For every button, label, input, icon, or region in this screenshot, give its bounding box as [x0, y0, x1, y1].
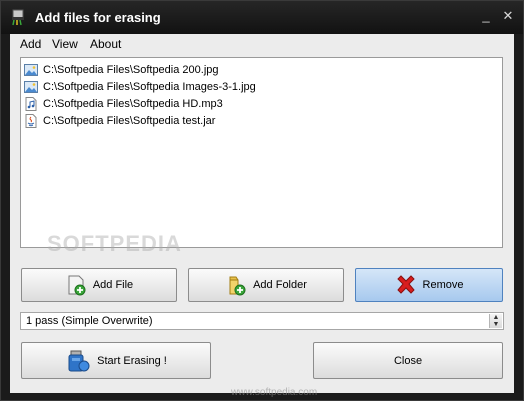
menu-add[interactable]: Add	[20, 37, 41, 51]
file-list[interactable]: C:\Softpedia Files\Softpedia 200.jpg C:\…	[20, 57, 503, 248]
minimize-button[interactable]: _	[479, 9, 493, 23]
add-folder-label: Add Folder	[253, 279, 307, 291]
add-file-button[interactable]: Add File	[21, 268, 177, 302]
close-label: Close	[393, 354, 423, 367]
menu-view[interactable]: View	[52, 37, 78, 51]
window-title: Add files for erasing	[35, 10, 161, 25]
select-arrows-icon[interactable]: ▲ ▼	[489, 314, 502, 328]
title-bar[interactable]: Add files for erasing _ ✕	[1, 1, 523, 34]
file-path: C:\Softpedia Files\Softpedia 200.jpg	[43, 63, 219, 76]
erase-bin-icon	[68, 350, 90, 371]
dialog-window: Add files for erasing _ ✕ Add View About…	[0, 0, 524, 401]
add-folder-icon	[229, 276, 246, 296]
image-file-icon	[24, 63, 38, 76]
file-list-item[interactable]: C:\Softpedia Files\Softpedia Images-3-1.…	[24, 78, 256, 95]
file-path: C:\Softpedia Files\Softpedia Images-3-1.…	[43, 80, 256, 93]
file-path: C:\Softpedia Files\Softpedia HD.mp3	[43, 97, 223, 110]
erase-method-select[interactable]: 1 pass (Simple Overwrite) ▲ ▼	[20, 312, 504, 330]
close-window-button[interactable]: ✕	[501, 9, 515, 23]
file-path: C:\Softpedia Files\Softpedia test.jar	[43, 114, 216, 127]
file-list-item[interactable]: C:\Softpedia Files\Softpedia HD.mp3	[24, 95, 223, 112]
menu-about[interactable]: About	[90, 37, 121, 51]
image-file-icon	[24, 80, 38, 93]
client-area: Add View About C:\Softpedia Files\Softpe…	[10, 34, 514, 393]
remove-button[interactable]: Remove	[355, 268, 503, 302]
remove-x-icon	[396, 275, 415, 294]
remove-label: Remove	[422, 279, 464, 291]
add-file-label: Add File	[92, 279, 134, 291]
file-list-item[interactable]: C:\Softpedia Files\Softpedia test.jar	[24, 112, 215, 129]
start-erasing-label: Start Erasing !	[97, 354, 167, 367]
close-button[interactable]: Close	[313, 342, 503, 379]
menu-bar: Add View About	[10, 34, 514, 54]
java-file-icon	[25, 113, 37, 128]
audio-file-icon	[25, 96, 37, 111]
app-shredder-icon	[12, 9, 24, 26]
file-list-item[interactable]: C:\Softpedia Files\Softpedia 200.jpg	[24, 61, 219, 78]
add-folder-button[interactable]: Add Folder	[188, 268, 344, 302]
erase-method-value: 1 pass (Simple Overwrite)	[26, 315, 153, 327]
add-file-icon	[68, 275, 86, 296]
start-erasing-button[interactable]: Start Erasing !	[21, 342, 211, 379]
watermark-url: www.softpedia.com	[231, 387, 318, 398]
